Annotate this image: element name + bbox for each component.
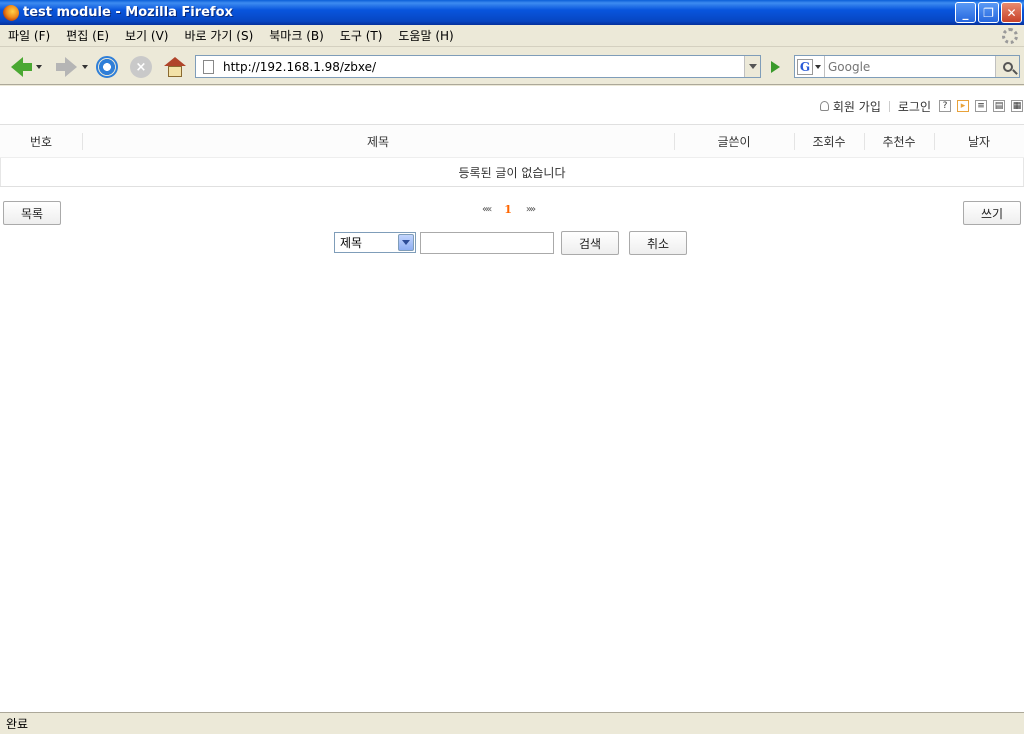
search-engine-selector[interactable]: G bbox=[795, 56, 825, 77]
prev-page-link[interactable]: «« bbox=[482, 204, 492, 215]
person-icon bbox=[819, 101, 829, 111]
search-input[interactable] bbox=[825, 56, 995, 77]
cancel-button[interactable]: 취소 bbox=[629, 231, 687, 255]
board-header-row: 번호 제목 글쓴이 조회수 추천수 날자 bbox=[0, 125, 1024, 158]
help-icon[interactable]: ? bbox=[939, 100, 951, 112]
board-table: 번호 제목 글쓴이 조회수 추천수 날자 등록된 글이 없습니다 bbox=[0, 124, 1024, 187]
minimize-button[interactable]: _ bbox=[955, 2, 976, 23]
page-icon bbox=[203, 59, 214, 74]
url-history-dropdown[interactable] bbox=[744, 56, 760, 77]
menu-tools[interactable]: 도구 (T) bbox=[332, 27, 391, 44]
signup-link[interactable]: 회원 가입 bbox=[833, 98, 881, 115]
menu-bookmarks[interactable]: 북마크 (B) bbox=[261, 27, 332, 44]
write-button[interactable]: 쓰기 bbox=[963, 201, 1021, 225]
home-button[interactable] bbox=[162, 54, 188, 80]
column-date: 날자 bbox=[934, 132, 1024, 150]
divider bbox=[888, 100, 890, 112]
url-text[interactable]: http://192.168.1.98/zbxe/ bbox=[223, 60, 376, 74]
restore-button[interactable]: ❐ bbox=[978, 2, 999, 23]
chevron-down-icon bbox=[748, 64, 757, 69]
forward-arrow-icon bbox=[56, 57, 77, 77]
menu-file[interactable]: 파일 (F) bbox=[0, 27, 58, 44]
column-title: 제목 bbox=[82, 132, 674, 150]
current-page[interactable]: 1 bbox=[504, 203, 512, 216]
gallery-view-icon[interactable]: ▦ bbox=[1011, 100, 1023, 112]
next-page-link[interactable]: »» bbox=[526, 204, 536, 215]
search-icon bbox=[1002, 61, 1013, 72]
list-view-icon[interactable]: ≡ bbox=[975, 100, 987, 112]
column-number: 번호 bbox=[29, 134, 53, 149]
url-bar[interactable]: http://192.168.1.98/zbxe/ bbox=[195, 55, 761, 78]
column-views: 조회수 bbox=[794, 132, 864, 150]
search-keyword-input[interactable] bbox=[420, 232, 554, 254]
menu-go[interactable]: 바로 가기 (S) bbox=[176, 27, 261, 44]
status-bar: 완료 bbox=[0, 712, 1024, 734]
rss-icon[interactable]: ▸ bbox=[957, 100, 969, 112]
forward-history-dropdown[interactable] bbox=[82, 65, 88, 69]
back-button[interactable] bbox=[4, 54, 32, 80]
stop-button[interactable]: × bbox=[128, 54, 154, 80]
reload-button[interactable] bbox=[94, 54, 120, 80]
search-field-value: 제목 bbox=[340, 236, 363, 250]
search-field-select[interactable]: 제목 bbox=[334, 232, 416, 253]
menu-help[interactable]: 도움말 (H) bbox=[390, 27, 461, 44]
webzine-view-icon[interactable]: ▤ bbox=[993, 100, 1005, 112]
column-votes: 추천수 bbox=[864, 132, 934, 150]
menu-bar: 파일 (F) 편집 (E) 보기 (V) 바로 가기 (S) 북마크 (B) 도… bbox=[0, 25, 1024, 47]
throbber-icon bbox=[1002, 28, 1018, 44]
reload-icon bbox=[96, 56, 118, 78]
page-content: 회원 가입 로그인 ? ▸ ≡ ▤ ▦ 번호 제목 글쓴이 조회수 추천수 날자… bbox=[0, 86, 1024, 712]
stop-icon: × bbox=[130, 56, 152, 78]
search-button[interactable]: 검색 bbox=[561, 231, 619, 255]
empty-message: 등록된 글이 없습니다 bbox=[0, 158, 1024, 186]
forward-button[interactable] bbox=[48, 54, 77, 80]
close-button[interactable]: ✕ bbox=[1001, 2, 1022, 23]
chevron-down-icon[interactable] bbox=[398, 234, 414, 251]
column-author: 글쓴이 bbox=[674, 132, 794, 150]
list-button[interactable]: 목록 bbox=[3, 201, 61, 225]
account-bar: 회원 가입 로그인 ? ▸ ≡ ▤ ▦ bbox=[819, 98, 1024, 115]
window-titlebar: test module - Mozilla Firefox _ ❐ ✕ bbox=[0, 0, 1024, 25]
menu-edit[interactable]: 편집 (E) bbox=[58, 27, 117, 44]
back-arrow-icon bbox=[11, 57, 32, 77]
firefox-icon bbox=[3, 4, 19, 21]
search-bar: G bbox=[794, 55, 1020, 78]
search-go-button[interactable] bbox=[995, 56, 1019, 77]
window-controls: _ ❐ ✕ bbox=[955, 2, 1022, 23]
home-icon bbox=[164, 57, 186, 77]
window-title: test module - Mozilla Firefox bbox=[23, 5, 233, 20]
chevron-down-icon bbox=[815, 64, 821, 69]
menu-view[interactable]: 보기 (V) bbox=[117, 27, 176, 44]
google-icon: G bbox=[797, 58, 813, 75]
go-arrow-icon bbox=[770, 61, 780, 73]
back-history-dropdown[interactable] bbox=[36, 65, 42, 69]
login-link[interactable]: 로그인 bbox=[898, 98, 931, 115]
go-button[interactable] bbox=[764, 56, 786, 78]
pagination: «« 1 »» bbox=[482, 203, 536, 216]
status-text: 완료 bbox=[6, 717, 29, 731]
